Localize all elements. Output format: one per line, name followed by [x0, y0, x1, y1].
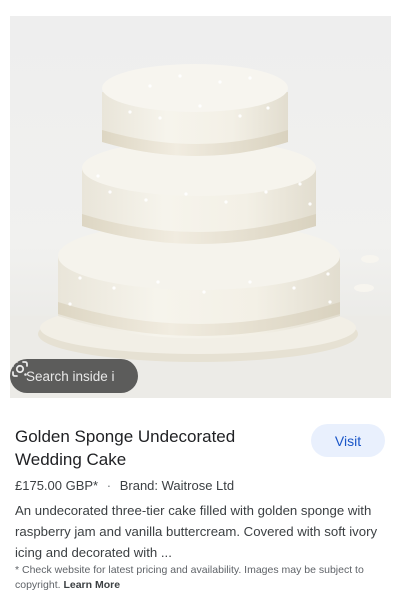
separator-dot: · — [106, 478, 112, 493]
cake-illustration — [10, 64, 391, 398]
product-title[interactable]: Golden Sponge Undecorated Wedding Cake — [15, 425, 285, 471]
search-inside-image-label: Search inside i — [26, 368, 115, 384]
product-price: £175.00 GBP* — [15, 478, 99, 493]
search-inside-image-chip[interactable]: Search inside i — [10, 359, 138, 393]
product-image[interactable]: Search inside i — [10, 16, 391, 398]
pricing-disclaimer: * Check website for latest pricing and a… — [15, 563, 387, 593]
learn-more-link[interactable]: Learn More — [63, 579, 120, 591]
product-description: An undecorated three-tier cake filled wi… — [15, 503, 378, 560]
price-brand-line: £175.00 GBP* · Brand: Waitrose Ltd — [15, 478, 234, 493]
visit-button[interactable]: Visit — [311, 424, 385, 457]
google-lens-icon — [12, 361, 28, 377]
product-brand: Brand: Waitrose Ltd — [119, 478, 235, 493]
